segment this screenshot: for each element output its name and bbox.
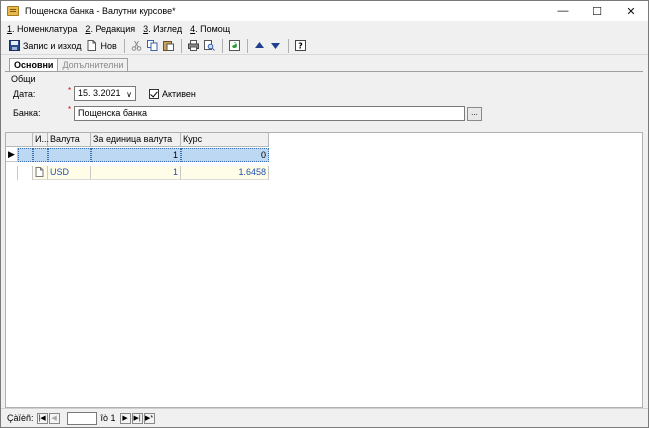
bank-field[interactable]: Пощенска банка — [74, 106, 465, 121]
col-header-indicator — [6, 133, 33, 147]
arrow-up-icon — [254, 42, 264, 48]
print-preview-button[interactable] — [202, 38, 217, 54]
toolbar-separator — [287, 38, 289, 53]
new-record-button[interactable]: ▶* — [143, 412, 155, 424]
window-title: Пощенска банка - Валутни курсове* — [25, 6, 176, 16]
app-icon — [7, 6, 19, 16]
main-window: Пощенска банка - Валутни курсове* — ☐ ✕ … — [0, 0, 649, 428]
tab-main[interactable]: Основни — [9, 58, 59, 71]
cut-button[interactable] — [129, 38, 144, 54]
close-button[interactable]: ✕ — [614, 1, 648, 21]
required-marker: * — [68, 105, 72, 114]
refresh-icon — [228, 40, 240, 51]
filter-cell-id[interactable] — [18, 148, 33, 162]
status-bar: Çàïèñ: |◀ ◀ îò 1 ▶ ▶| ▶* — [1, 408, 648, 427]
general-panel: Общи Дата: * 15. 3.2021 ∨ Активен Банка:… — [5, 71, 643, 131]
filter-row[interactable]: ▶ 1 0 — [6, 148, 269, 162]
copy-icon — [146, 40, 158, 51]
row-icon-cell — [33, 166, 48, 180]
refresh-button[interactable] — [227, 38, 242, 54]
tab-additional[interactable]: Допълнителни — [58, 58, 129, 71]
copy-button[interactable] — [145, 38, 160, 54]
move-down-button[interactable] — [268, 38, 283, 54]
record-number-input[interactable] — [66, 411, 97, 425]
title-bar: Пощенска банка - Валутни курсове* — ☐ ✕ — [1, 1, 648, 21]
active-checkbox[interactable] — [149, 89, 159, 99]
filter-cell-currency[interactable] — [48, 148, 91, 162]
filter-cell-rate[interactable]: 0 — [181, 148, 269, 162]
row-pointer-icon: ▶ — [6, 148, 18, 162]
tab-strip: Основни Допълнителни — [9, 58, 129, 71]
bank-label: Банка: — [13, 108, 41, 118]
toolbar-separator — [221, 38, 223, 53]
active-checkbox-wrap[interactable]: Активен — [149, 89, 196, 99]
menu-help[interactable]: 4. Помощ — [190, 24, 230, 34]
help-icon: ? — [294, 40, 306, 51]
menu-nomenclature[interactable]: 1. Номенклатура — [7, 24, 77, 34]
col-header-rate[interactable]: Курс — [181, 133, 269, 147]
filter-cell-blank[interactable] — [33, 148, 48, 162]
active-label: Активен — [162, 89, 196, 99]
group-title: Общи — [11, 74, 36, 84]
rates-grid: И... Валута За единица валута Курс ▶ 1 0… — [5, 132, 643, 408]
window-controls: — ☐ ✕ — [546, 1, 648, 21]
print-button[interactable] — [186, 38, 201, 54]
cell-per-unit[interactable]: 1 — [91, 166, 181, 180]
prev-record-button[interactable]: ◀ — [48, 412, 60, 424]
paste-button[interactable] — [161, 38, 176, 54]
next-record-button[interactable]: ▶ — [119, 412, 131, 424]
paste-icon — [162, 41, 174, 51]
document-icon — [35, 167, 44, 177]
printer-icon — [187, 40, 199, 51]
menu-bar: 1. Номенклатура 2. Редакция 3. Изглед 4.… — [1, 21, 648, 37]
first-record-button[interactable]: |◀ — [36, 412, 48, 424]
menu-view[interactable]: 3. Изглед — [143, 24, 182, 34]
col-header-per-unit[interactable]: За единица валута — [91, 133, 181, 147]
browse-bank-button[interactable]: ... — [467, 107, 482, 121]
minimize-button[interactable]: — — [546, 1, 580, 21]
date-label: Дата: — [13, 89, 36, 99]
toolbar-separator — [246, 38, 248, 53]
arrow-down-icon — [270, 43, 280, 49]
record-count-label: îò 1 — [100, 413, 116, 423]
new-button[interactable]: Нов — [84, 38, 118, 54]
col-header-id[interactable]: И... — [33, 133, 49, 147]
toolbar-separator — [123, 38, 125, 53]
required-marker: * — [68, 86, 72, 95]
cell-currency[interactable]: USD — [48, 166, 91, 180]
new-document-icon — [87, 40, 97, 51]
save-icon — [9, 40, 20, 51]
chevron-down-icon[interactable]: ∨ — [126, 88, 132, 101]
filter-cell-per-unit[interactable]: 1 — [91, 148, 181, 162]
print-preview-icon — [203, 40, 215, 51]
date-picker[interactable]: 15. 3.2021 ∨ — [74, 86, 136, 101]
maximize-button[interactable]: ☐ — [580, 1, 614, 21]
table-row[interactable]: USD 1 1.6458 — [6, 166, 269, 180]
toolbar: Запис и изход Нов ? — [1, 37, 648, 55]
menu-edit[interactable]: 2. Редакция — [85, 24, 135, 34]
help-button[interactable]: ? — [293, 38, 308, 54]
row-indicator — [6, 166, 18, 180]
cell-rate[interactable]: 1.6458 — [181, 166, 269, 180]
cut-icon — [131, 40, 142, 51]
toolbar-separator — [180, 38, 182, 53]
last-record-button[interactable]: ▶| — [131, 412, 143, 424]
record-label: Çàïèñ: — [7, 413, 34, 423]
svg-text:?: ? — [298, 42, 303, 51]
col-header-currency[interactable]: Валута — [48, 133, 91, 147]
move-up-button[interactable] — [252, 38, 267, 54]
date-value: 15. 3.2021 — [78, 88, 121, 98]
row-blank-cell — [18, 166, 33, 180]
save-and-exit-button[interactable]: Запис и изход — [7, 38, 83, 54]
grid-header: И... Валута За единица валута Курс — [6, 133, 269, 147]
